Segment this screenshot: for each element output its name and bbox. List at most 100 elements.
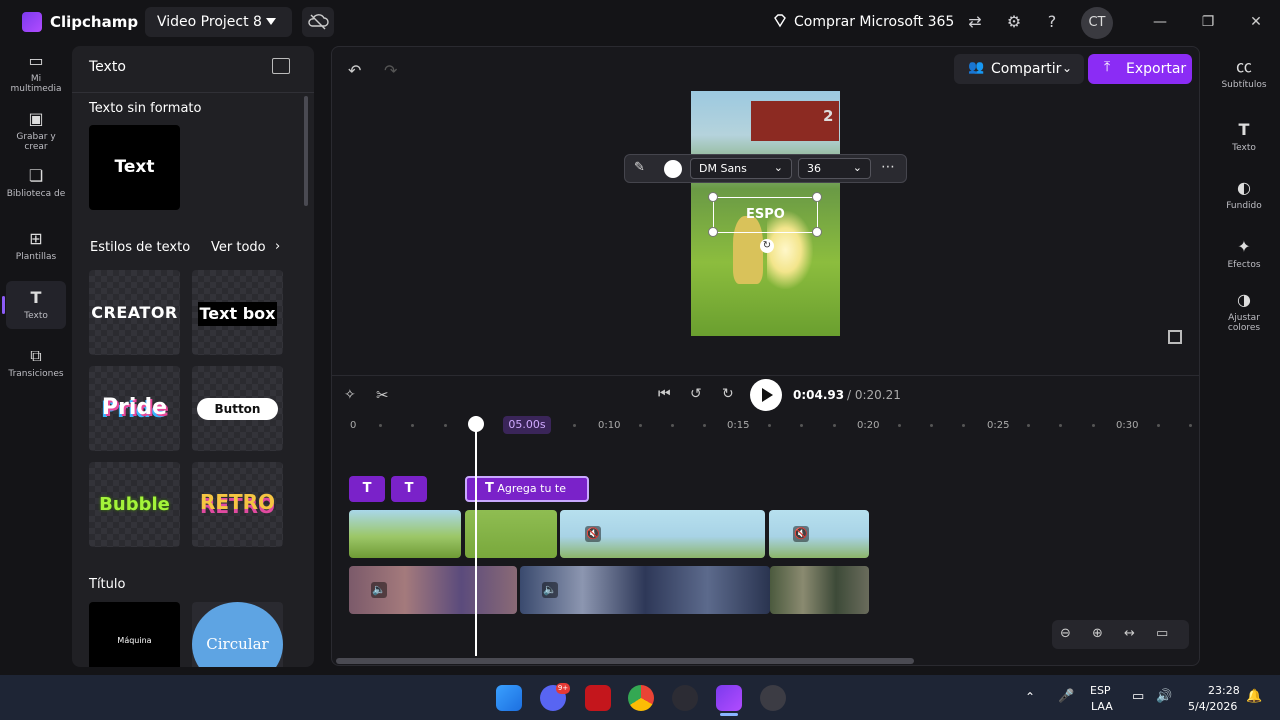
resize-handle[interactable] <box>708 227 718 237</box>
media-player-icon[interactable] <box>760 685 786 711</box>
project-name-button[interactable]: Video Project 8 <box>145 7 292 37</box>
scissors-icon[interactable]: ✂ <box>376 386 389 404</box>
redo-icon[interactable]: ↷ <box>384 61 397 80</box>
zoom-out-icon[interactable]: ⊖ <box>1060 626 1071 641</box>
style-card-button[interactable]: Button <box>192 366 283 451</box>
audio-video-clip[interactable] <box>770 566 869 614</box>
style-card-textbox[interactable]: Text box <box>192 270 283 355</box>
rail-text[interactable]: T Texto <box>6 281 66 329</box>
style-label: Bubble <box>99 494 170 515</box>
mute-icon[interactable]: 🔈 <box>371 582 387 598</box>
avatar[interactable]: CT <box>1081 7 1113 39</box>
undo-icon[interactable]: ↶ <box>348 61 361 80</box>
rail-label: Transiciones <box>8 369 64 379</box>
network-icon[interactable]: ▭ <box>1132 689 1144 704</box>
color-swatch[interactable] <box>664 160 682 178</box>
microphone-icon[interactable]: 🎤 <box>1058 689 1074 704</box>
rotate-icon[interactable]: ↻ <box>760 239 774 253</box>
minimize-icon[interactable]: — <box>1150 12 1170 32</box>
video-clip[interactable]: 🔇 <box>769 510 869 558</box>
playhead[interactable] <box>475 416 477 656</box>
text-selection-box[interactable]: ESPO <box>713 197 818 233</box>
video-clip[interactable]: 🔇 <box>560 510 765 558</box>
play-button[interactable] <box>750 379 782 411</box>
fit-icon[interactable]: ↔ <box>1124 626 1135 641</box>
mute-icon[interactable]: 🔇 <box>793 526 809 542</box>
chrome-icon[interactable] <box>628 685 654 711</box>
title-card-circular[interactable]: Circular <box>192 602 283 667</box>
rail-fade[interactable]: ◐ Fundido <box>1212 179 1276 212</box>
chevron-up-icon[interactable]: ⌃ <box>1025 690 1035 704</box>
help-icon[interactable]: ? <box>1042 12 1062 32</box>
style-card-retro[interactable]: RETRO <box>192 462 283 547</box>
more-options-icon[interactable]: ⋯ <box>881 159 895 175</box>
rewind-5-icon[interactable]: ↺ <box>690 386 702 402</box>
skip-back-icon[interactable]: ⏮ <box>658 386 671 402</box>
amd-icon[interactable] <box>585 685 611 711</box>
selected-text-clip[interactable]: T Agrega tu te <box>465 476 589 502</box>
clock-date[interactable]: 5/4/2026 <box>1188 700 1237 713</box>
notifications-icon[interactable]: 🔔 <box>1246 689 1262 704</box>
collapse-panel-icon[interactable] <box>272 58 290 74</box>
magic-icon[interactable]: ✧ <box>344 387 356 403</box>
cloud-sync-button[interactable] <box>302 7 334 37</box>
audio-video-clip[interactable]: 🔈 <box>349 566 517 614</box>
plain-text-card[interactable]: Text <box>89 125 180 210</box>
chevron-down-icon: ⌄ <box>852 161 862 174</box>
obs-icon[interactable] <box>672 685 698 711</box>
export-button[interactable]: ⤒ Exportar <box>1088 54 1192 84</box>
rail-content-library[interactable]: ❏ Biblioteca de <box>6 167 66 200</box>
style-card-creator[interactable]: CREATOR <box>89 270 180 355</box>
language-indicator-sub[interactable]: LAA <box>1091 700 1113 713</box>
audio-video-clip[interactable]: 🔈 <box>520 566 770 614</box>
mute-icon[interactable]: 🔈 <box>542 582 558 598</box>
mute-icon[interactable]: 🔇 <box>585 526 601 542</box>
zoom-in-icon[interactable]: ⊕ <box>1092 626 1103 641</box>
overlay-text[interactable]: ESPO <box>746 207 785 222</box>
close-icon[interactable]: ✕ <box>1246 12 1266 32</box>
style-label: RETRO <box>199 490 276 514</box>
pencil-icon[interactable]: ✎ <box>634 160 645 175</box>
resize-handle[interactable] <box>708 192 718 202</box>
restore-icon[interactable]: ❐ <box>1198 12 1218 32</box>
timeline-scrollbar[interactable] <box>336 658 914 664</box>
rail-effects[interactable]: ✦ Efectos <box>1212 238 1276 271</box>
ruler-tick <box>1092 424 1095 427</box>
volume-icon[interactable]: 🔊 <box>1156 689 1172 704</box>
rail-templates[interactable]: ⊞ Plantillas <box>6 230 66 263</box>
font-size-select[interactable]: 36 ⌄ <box>798 158 871 179</box>
text-clip[interactable]: T <box>391 476 427 502</box>
text-clip[interactable]: T <box>349 476 385 502</box>
video-clip[interactable] <box>349 510 461 558</box>
style-card-pride[interactable]: Pride <box>89 366 180 451</box>
clipchamp-taskbar-icon[interactable] <box>716 685 742 711</box>
font-family-select[interactable]: DM Sans ⌄ <box>690 158 792 179</box>
language-indicator[interactable]: ESP <box>1090 684 1111 697</box>
windows-start-icon[interactable] <box>496 685 522 711</box>
ruler-tick <box>639 424 642 427</box>
expand-timeline-icon[interactable]: ▭ <box>1156 626 1168 641</box>
rail-captions[interactable]: ㏄ Subtítulos <box>1212 58 1276 91</box>
rail-my-media[interactable]: ▭ Mi multimedia <box>6 52 66 95</box>
video-clip[interactable] <box>465 510 557 558</box>
rail-record-create[interactable]: ▣ Grabar y crear <box>6 110 66 153</box>
playhead-handle[interactable] <box>468 416 484 432</box>
ruler-tick <box>573 424 576 427</box>
panel-scrollbar[interactable] <box>304 96 308 206</box>
title-card-typewriter[interactable]: Máquina <box>89 602 180 667</box>
clock-time[interactable]: 23:28 <box>1208 684 1240 697</box>
resize-handle[interactable] <box>812 192 822 202</box>
share-button[interactable]: 👥 Compartir ⌄ <box>954 54 1084 84</box>
rail-text-props[interactable]: T Texto <box>1212 121 1276 154</box>
share-devices-icon[interactable]: ⇄ <box>965 12 985 32</box>
buy-m365-link[interactable]: Comprar Microsoft 365 <box>794 14 954 30</box>
rail-adjust-colors[interactable]: ◑ Ajustar colores <box>1212 291 1276 334</box>
see-all-link[interactable]: Ver todo <box>211 240 266 255</box>
forward-5-icon[interactable]: ↻ <box>722 386 734 402</box>
gear-icon[interactable]: ⚙ <box>1004 12 1024 32</box>
style-card-bubble[interactable]: Bubble <box>89 462 180 547</box>
resize-handle[interactable] <box>812 227 822 237</box>
rail-transitions[interactable]: ⧉ Transiciones <box>6 347 66 380</box>
chevron-right-icon[interactable]: › <box>275 239 280 254</box>
fullscreen-icon[interactable] <box>1168 330 1182 344</box>
